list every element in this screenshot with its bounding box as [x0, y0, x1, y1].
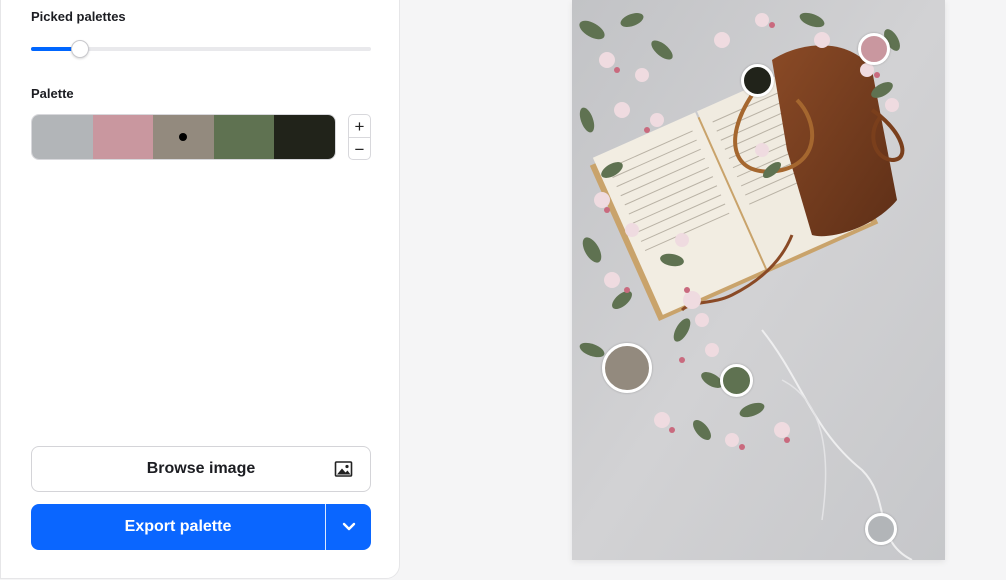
picker-dark[interactable]: [741, 64, 774, 97]
picker-pink[interactable]: [858, 33, 890, 65]
picked-palettes-label: Picked palettes: [31, 9, 126, 24]
add-swatch-button[interactable]: +: [349, 115, 370, 137]
remove-swatch-button[interactable]: −: [349, 137, 370, 160]
export-palette-label[interactable]: Export palette: [31, 504, 325, 550]
slider-thumb[interactable]: [71, 40, 90, 58]
picker-taupe[interactable]: [602, 343, 652, 393]
palette-swatch[interactable]: [153, 115, 214, 159]
palette-swatch[interactable]: [92, 115, 154, 159]
palette-swatches: [31, 114, 336, 160]
picked-palettes-slider[interactable]: [31, 40, 371, 58]
export-divider: [325, 504, 326, 550]
picker-grey[interactable]: [865, 513, 897, 545]
image-icon: [334, 460, 354, 478]
selected-swatch-dot: [179, 133, 188, 141]
palette-swatch[interactable]: [274, 115, 335, 159]
export-palette-button[interactable]: Export palette: [31, 504, 371, 550]
palette-swatch[interactable]: [32, 115, 93, 159]
source-image[interactable]: [572, 0, 945, 560]
browse-image-button[interactable]: Browse image: [31, 446, 371, 492]
browse-image-label: Browse image: [146, 460, 256, 477]
picker-green[interactable]: [720, 364, 753, 397]
export-options-button[interactable]: [326, 504, 371, 550]
chevron-down-icon: [342, 522, 355, 531]
swatch-count-stepper[interactable]: + −: [348, 114, 371, 160]
palette-swatch[interactable]: [213, 115, 275, 159]
palette-label: Palette: [31, 86, 74, 101]
